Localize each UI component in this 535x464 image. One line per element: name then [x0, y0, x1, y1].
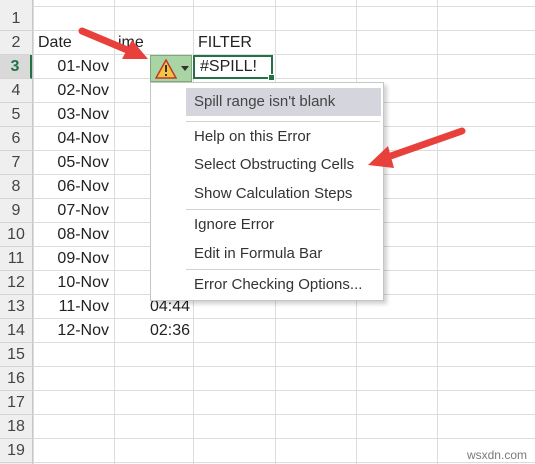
row-header-13[interactable]: 13 [0, 295, 32, 319]
row-header-15[interactable]: 15 [0, 343, 32, 367]
gridline-row [33, 390, 535, 391]
date-cell[interactable]: 03-Nov [33, 103, 109, 127]
row-header-14[interactable]: 14 [0, 319, 32, 343]
menu-item-edit-in-formula-bar[interactable]: Edit in Formula Bar [151, 240, 383, 268]
time-cell[interactable]: 02:36 [114, 319, 190, 343]
row-header-3[interactable]: 3 [0, 55, 32, 79]
row-header-2[interactable]: 2 [0, 31, 32, 55]
date-cell[interactable]: 07-Nov [33, 199, 109, 223]
row-header-11[interactable]: 11 [0, 247, 32, 271]
row-header-1[interactable]: 1 [0, 7, 32, 31]
menu-item-ignore-error[interactable]: Ignore Error [151, 211, 383, 239]
menu-separator [186, 121, 380, 122]
menu-item-select-obstructing-cells[interactable]: Select Obstructing Cells [151, 151, 383, 179]
row-header-4[interactable]: 4 [0, 79, 32, 103]
row-header-12[interactable]: 12 [0, 271, 32, 295]
watermark-text: wsxdn.com [466, 448, 527, 462]
row-header-6[interactable]: 6 [0, 127, 32, 151]
date-cell[interactable]: 12-Nov [33, 319, 109, 343]
header-date[interactable]: Date [38, 31, 112, 55]
row-header-18[interactable]: 18 [0, 415, 32, 439]
row-header-5[interactable]: 5 [0, 103, 32, 127]
date-cell[interactable]: 06-Nov [33, 175, 109, 199]
row-header-8[interactable]: 8 [0, 175, 32, 199]
date-cell[interactable]: 09-Nov [33, 247, 109, 271]
gridline-row [33, 366, 535, 367]
fill-handle[interactable] [268, 74, 275, 81]
error-checking-button[interactable] [150, 55, 192, 82]
date-cell[interactable]: 08-Nov [33, 223, 109, 247]
date-cell[interactable]: 01-Nov [33, 55, 109, 79]
row-header-10[interactable]: 10 [0, 223, 32, 247]
menu-separator [186, 269, 380, 270]
menu-item-show-calculation-steps[interactable]: Show Calculation Steps [151, 180, 383, 208]
row-header-19[interactable]: 19 [0, 439, 32, 463]
date-cell[interactable]: 11-Nov [33, 295, 109, 319]
gridline-row [33, 462, 535, 463]
menu-separator [186, 209, 380, 210]
active-cell-selection[interactable] [193, 55, 275, 81]
menu-item-error-checking-options[interactable]: Error Checking Options... [151, 271, 383, 299]
menu-item-help-on-error[interactable]: Help on this Error [151, 123, 383, 151]
row-header-16[interactable]: 16 [0, 367, 32, 391]
menu-header-spill-range: Spill range isn't blank [186, 88, 381, 116]
warning-triangle-icon [155, 59, 177, 79]
gridline-row [33, 438, 535, 439]
row-header-7[interactable]: 7 [0, 151, 32, 175]
gridline-column [114, 0, 115, 464]
gridline-row [33, 414, 535, 415]
caret-down-icon [181, 66, 189, 71]
gridline-row [33, 6, 535, 7]
row-header-9[interactable]: 9 [0, 199, 32, 223]
error-options-menu: Spill range isn't blank Help on this Err… [150, 82, 384, 301]
date-cell[interactable]: 02-Nov [33, 79, 109, 103]
date-cell[interactable]: 05-Nov [33, 151, 109, 175]
date-cell[interactable]: 10-Nov [33, 271, 109, 295]
header-filter[interactable]: FILTER [198, 31, 272, 55]
date-cell[interactable]: 04-Nov [33, 127, 109, 151]
row-header-17[interactable]: 17 [0, 391, 32, 415]
header-time[interactable]: ime [118, 31, 148, 55]
gridline-column [437, 0, 438, 464]
